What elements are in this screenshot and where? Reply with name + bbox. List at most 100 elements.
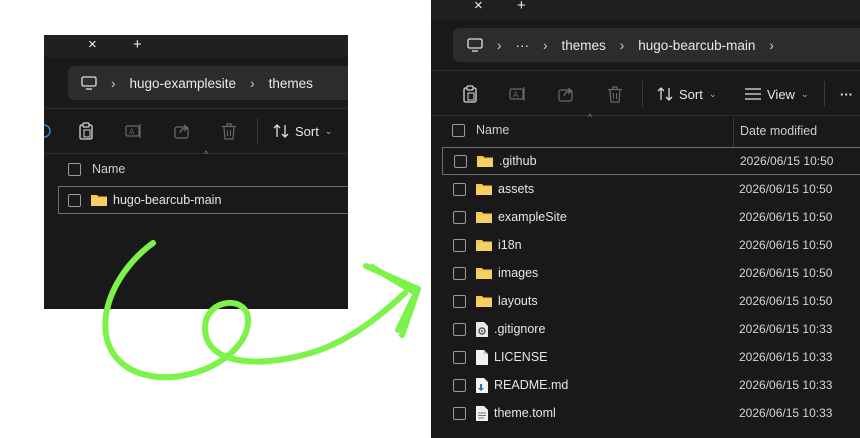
file-name-cell: exampleSite [476, 210, 567, 224]
file-name: .gitignore [494, 322, 546, 336]
delete-icon[interactable] [221, 122, 237, 140]
row-checkbox[interactable] [453, 294, 466, 308]
chevron-right-icon: › [497, 37, 502, 53]
folder-icon [476, 240, 492, 251]
folder-icon [476, 268, 492, 279]
file-icon [476, 349, 488, 365]
column-divider [733, 118, 734, 148]
file-name: hugo-bearcub-main [113, 193, 222, 207]
more-options-button[interactable]: ··· [840, 87, 853, 102]
right-address-bar[interactable]: › ··· › themes › hugo-bearcub-main › [453, 28, 860, 62]
row-checkbox[interactable] [454, 154, 467, 168]
date-modified-cell: 2026/06/15 10:50 [739, 294, 833, 308]
left-address-bar[interactable]: › hugo-examplesite › themes [68, 66, 348, 100]
file-name: assets [498, 182, 535, 196]
file-row[interactable]: hugo-bearcub-main [58, 186, 348, 214]
toolbar-divider [257, 118, 258, 144]
paste-icon[interactable] [462, 85, 478, 103]
row-checkbox[interactable] [453, 378, 466, 392]
rename-icon[interactable]: A [125, 123, 143, 139]
right-explorer-window: × + › ··· › themes › hugo-bearcub-main ›… [431, 0, 860, 438]
breadcrumb-themes[interactable]: themes [562, 38, 606, 53]
divider [44, 153, 348, 154]
file-name-cell: LICENSE [476, 349, 548, 365]
paste-icon[interactable] [78, 122, 94, 140]
file-name: i18n [498, 238, 522, 252]
sort-icon [657, 87, 673, 101]
left-tab-bar: × + [44, 35, 348, 57]
date-modified-cell: 2026/06/15 10:50 [739, 210, 833, 224]
file-row[interactable]: images 2026/06/15 10:50 [442, 259, 860, 287]
file-name-cell: .github [477, 154, 537, 168]
sort-icon [273, 124, 289, 138]
row-checkbox[interactable] [68, 193, 81, 207]
select-all-checkbox[interactable] [452, 123, 465, 137]
breadcrumb-hugo-examplesite[interactable]: hugo-examplesite [130, 76, 237, 91]
sync-icon[interactable] [44, 123, 54, 139]
file-name-cell: i18n [476, 238, 522, 252]
breadcrumb-themes[interactable]: themes [269, 76, 313, 91]
file-name-cell: hugo-bearcub-main [91, 193, 221, 207]
file-row[interactable]: README.md 2026/06/15 10:33 [442, 371, 860, 399]
toolbar-divider [824, 81, 825, 107]
row-checkbox[interactable] [453, 210, 466, 224]
tab-close-button[interactable]: × [88, 37, 97, 52]
column-name-header[interactable]: Name [92, 162, 125, 176]
sort-button[interactable]: Sort ⌄ [657, 87, 716, 102]
file-name: README.md [494, 378, 569, 392]
right-toolbar: A Sort ⌄ View ⌄ ··· [431, 80, 860, 108]
file-row[interactable]: .gitignore 2026/06/15 10:33 [442, 315, 860, 343]
folder-icon [476, 184, 492, 195]
select-all-checkbox[interactable] [68, 162, 81, 176]
divider [44, 108, 348, 109]
chevron-right-icon: › [111, 75, 116, 91]
chevron-right-icon: › [250, 75, 255, 91]
file-row[interactable]: i18n 2026/06/15 10:50 [442, 231, 860, 259]
new-tab-button[interactable]: + [133, 37, 142, 52]
file-name-cell: layouts [476, 294, 538, 308]
share-icon[interactable] [558, 86, 575, 102]
column-date-header[interactable]: Date modified [740, 124, 817, 138]
row-checkbox[interactable] [453, 350, 466, 364]
left-toolbar: A Sort ⌄ [44, 117, 348, 145]
column-name-header[interactable]: Name [476, 123, 509, 137]
tab-close-button[interactable]: × [474, 0, 483, 13]
date-modified-cell: 2026/06/15 10:50 [739, 182, 833, 196]
folder-icon [476, 212, 492, 223]
row-checkbox[interactable] [453, 406, 466, 420]
this-pc-icon[interactable] [81, 76, 97, 90]
file-row[interactable]: exampleSite 2026/06/15 10:50 [442, 203, 860, 231]
file-row[interactable]: LICENSE 2026/06/15 10:33 [442, 343, 860, 371]
svg-text:A: A [513, 91, 519, 100]
breadcrumb-overflow-button[interactable]: ··· [516, 38, 530, 53]
share-icon[interactable] [174, 123, 191, 139]
breadcrumb-hugo-bearcub-main[interactable]: hugo-bearcub-main [638, 38, 755, 53]
sort-label: Sort [679, 86, 703, 102]
this-pc-icon[interactable] [467, 38, 483, 52]
date-modified-cell: 2026/06/15 10:33 [739, 350, 833, 364]
new-tab-button[interactable]: + [517, 0, 526, 13]
arrow-head [363, 263, 421, 338]
date-modified-cell: 2026/06/15 10:50 [739, 238, 833, 252]
view-button[interactable]: View ⌄ [745, 87, 809, 102]
chevron-right-icon: › [619, 37, 625, 53]
file-row[interactable]: assets 2026/06/15 10:50 [442, 175, 860, 203]
file-name: images [498, 266, 539, 280]
rename-icon[interactable]: A [509, 86, 527, 102]
file-name: layouts [498, 294, 538, 308]
file-row[interactable]: theme.toml 2026/06/15 10:33 [442, 399, 860, 427]
date-modified-cell: 2026/06/15 10:50 [740, 154, 834, 168]
file-row[interactable]: .github 2026/06/15 10:50 [442, 147, 860, 175]
row-checkbox[interactable] [453, 322, 466, 336]
chevron-right-icon[interactable]: › [769, 38, 774, 53]
sort-button[interactable]: Sort ⌄ [273, 124, 332, 139]
folder-icon [476, 296, 492, 307]
divider [431, 115, 860, 116]
delete-icon[interactable] [607, 85, 623, 103]
chevron-down-icon: ⌄ [800, 88, 809, 99]
file-row[interactable]: layouts 2026/06/15 10:50 [442, 287, 860, 315]
view-label: View [767, 86, 795, 102]
row-checkbox[interactable] [453, 182, 466, 196]
row-checkbox[interactable] [453, 238, 466, 252]
row-checkbox[interactable] [453, 266, 466, 280]
